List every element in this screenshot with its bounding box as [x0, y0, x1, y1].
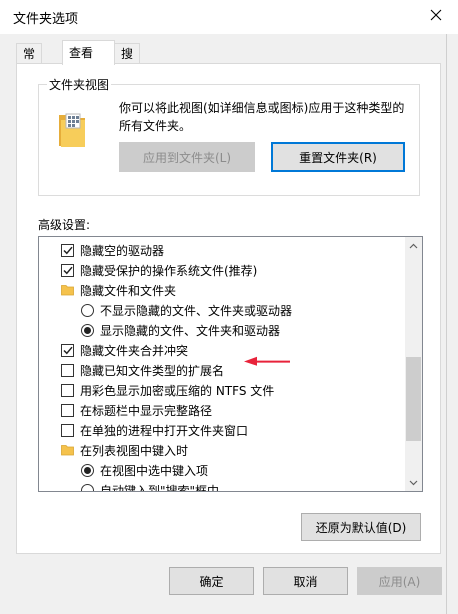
tab-label: 查看 — [69, 46, 94, 60]
tree-item-label: 在单独的进程中打开文件夹窗口 — [80, 423, 249, 438]
folder-options-dialog: 文件夹选项 常规 查看 搜索 文件夹视图 你可以将 — [0, 0, 458, 614]
checkbox[interactable] — [61, 383, 74, 397]
tree-item-label: 隐藏文件夹合并冲突 — [80, 343, 189, 358]
checkbox-option[interactable]: 隐藏文件夹合并冲突 — [39, 340, 405, 360]
radio[interactable] — [81, 303, 94, 317]
advanced-settings-label: 高级设置: — [38, 218, 91, 232]
background-window-edge — [446, 34, 458, 614]
radio-dot — [84, 466, 91, 474]
scroll-up-button[interactable] — [405, 237, 422, 254]
red-arrow-annotation-icon — [244, 356, 290, 366]
vertical-scrollbar[interactable] — [405, 237, 422, 491]
checkbox-checked[interactable] — [61, 343, 74, 357]
checkbox[interactable] — [61, 423, 74, 437]
checkbox[interactable] — [61, 363, 74, 377]
folder-view-description: 你可以将此视图(如详细信息或图标)应用于这种类型的所有文件夹。 — [119, 101, 405, 133]
radio-selected[interactable] — [81, 463, 94, 477]
checkbox-option[interactable]: 隐藏空的驱动器 — [39, 240, 405, 260]
folder-icon — [61, 284, 74, 297]
scroll-down-button[interactable] — [405, 474, 422, 491]
folder-icon — [61, 284, 74, 295]
radio-dot — [84, 326, 91, 334]
tree-group-header: 在列表视图中键入时 — [39, 440, 405, 460]
folder-icon — [61, 444, 74, 455]
view-tab-panel: 文件夹视图 你可以将此视图(如详细信息或图标)应用于这种类型的所有文件夹。 应用… — [16, 63, 441, 554]
checkmark-icon — [62, 346, 73, 354]
checkbox-option[interactable]: 在单独的进程中打开文件夹窗口 — [39, 420, 405, 440]
checkmark-icon — [62, 246, 73, 254]
button-label: 应用(A) — [378, 574, 421, 589]
checkbox-option[interactable]: 用彩色显示加密或压缩的 NTFS 文件 — [39, 380, 405, 400]
reset-folders-button[interactable]: 重置文件夹(R) — [271, 142, 405, 172]
tree-item-label: 隐藏已知文件类型的扩展名 — [80, 363, 225, 378]
tree-item-label: 用彩色显示加密或压缩的 NTFS 文件 — [80, 383, 275, 398]
checkbox-option[interactable]: 在标题栏中显示完整路径 — [39, 400, 405, 420]
tree-item-label: 隐藏受保护的操作系统文件(推荐) — [80, 263, 258, 278]
tree-item-label: 隐藏空的驱动器 — [80, 243, 165, 258]
restore-defaults-button[interactable]: 还原为默认值(D) — [301, 513, 421, 541]
button-label: 重置文件夹(R) — [299, 150, 377, 165]
radio-option[interactable]: 不显示隐藏的文件、文件夹或驱动器 — [39, 300, 405, 320]
checkbox-checked[interactable] — [61, 263, 74, 277]
close-button[interactable] — [414, 0, 458, 30]
button-label: 取消 — [293, 574, 318, 589]
scroll-thumb[interactable] — [406, 357, 421, 441]
group-title: 文件夹视图 — [47, 76, 112, 93]
button-label: 应用到文件夹(L) — [142, 150, 232, 165]
folder-icon — [61, 444, 74, 457]
checkbox-option[interactable]: 隐藏受保护的操作系统文件(推荐) — [39, 260, 405, 280]
checkbox-option[interactable]: 隐藏已知文件类型的扩展名 — [39, 360, 405, 380]
radio-option[interactable]: 在视图中选中键入项 — [39, 460, 405, 480]
close-icon — [430, 9, 442, 21]
tree-item-label: 在标题栏中显示完整路径 — [80, 403, 213, 418]
advanced-settings-tree[interactable]: 隐藏空的驱动器隐藏受保护的操作系统文件(推荐) 隐藏文件和文件夹不显示隐藏的文件、… — [38, 236, 423, 492]
checkbox[interactable] — [61, 403, 74, 417]
tab-search[interactable]: 搜索 — [114, 43, 141, 77]
tree-item-label: 自动键入到"搜索"框中 — [100, 483, 220, 492]
folder-view-group: 文件夹视图 你可以将此视图(如详细信息或图标)应用于这种类型的所有文件夹。 应用… — [38, 76, 420, 196]
tree-group-header: 隐藏文件和文件夹 — [39, 280, 405, 300]
tree-item-label: 在视图中选中键入项 — [100, 463, 209, 478]
radio-selected[interactable] — [81, 323, 94, 337]
chevron-down-icon — [409, 480, 418, 485]
cancel-button[interactable]: 取消 — [263, 567, 348, 595]
radio-option[interactable]: 自动键入到"搜索"框中 — [39, 480, 405, 492]
tree-item-label: 在列表视图中键入时 — [80, 443, 189, 458]
checkbox-checked[interactable] — [61, 243, 74, 257]
folder-view-icon — [59, 113, 85, 147]
title-bar: 文件夹选项 — [0, 0, 458, 34]
tree-item-label: 不显示隐藏的文件、文件夹或驱动器 — [100, 303, 293, 318]
tab-general[interactable]: 常规 — [16, 43, 43, 77]
apply-button[interactable]: 应用(A) — [357, 567, 442, 595]
tab-view[interactable]: 查看 — [62, 40, 115, 65]
chevron-up-icon — [409, 243, 418, 248]
radio[interactable] — [81, 483, 94, 491]
apply-to-folders-button[interactable]: 应用到文件夹(L) — [119, 142, 255, 172]
tree-item-label: 隐藏文件和文件夹 — [80, 283, 177, 298]
ok-button[interactable]: 确定 — [169, 567, 254, 595]
tree-item-label: 显示隐藏的文件、文件夹和驱动器 — [100, 323, 281, 338]
button-label: 还原为默认值(D) — [315, 520, 407, 535]
button-label: 确定 — [199, 574, 224, 589]
window-title: 文件夹选项 — [13, 12, 79, 27]
checkmark-icon — [62, 266, 73, 274]
radio-option[interactable]: 显示隐藏的文件、文件夹和驱动器 — [39, 320, 405, 340]
